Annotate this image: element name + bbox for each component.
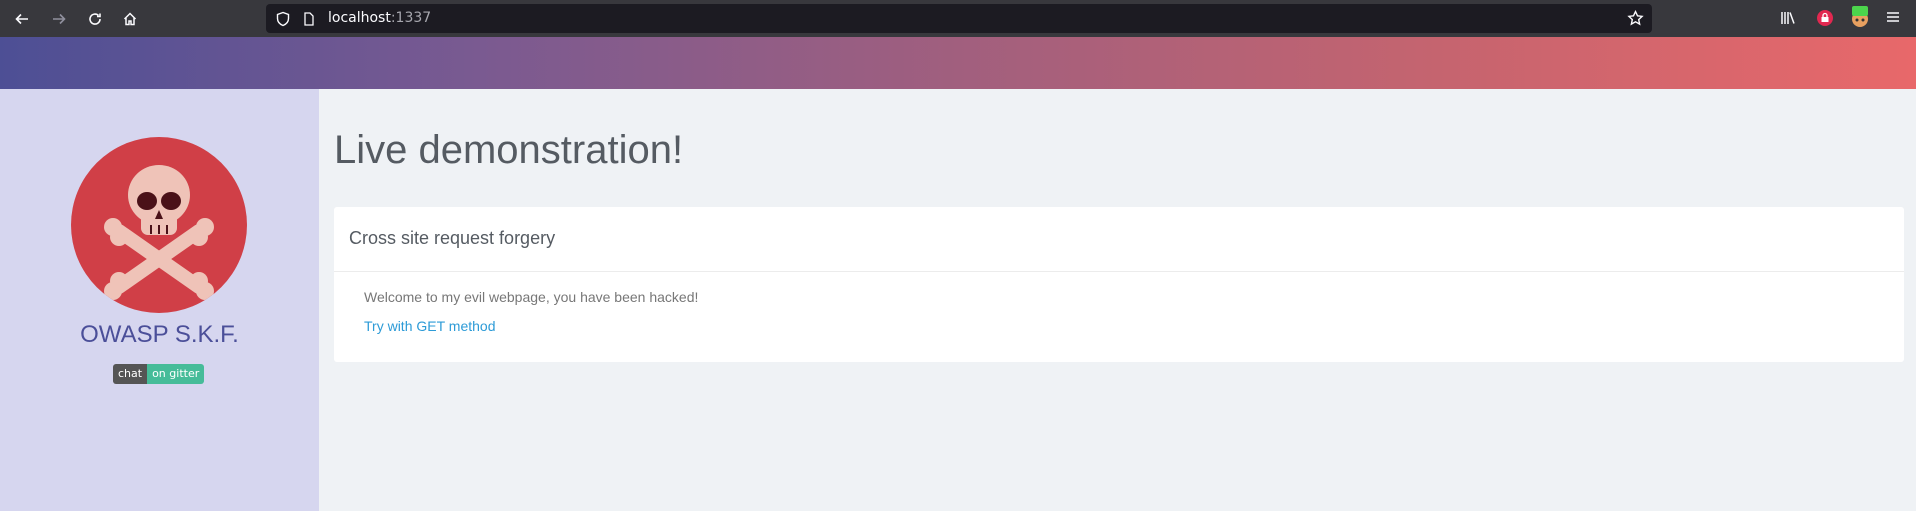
- header-gradient-band: [0, 37, 1916, 89]
- reload-icon[interactable]: [82, 6, 108, 32]
- shield-icon[interactable]: [275, 11, 291, 32]
- skull-crossbones-icon: [71, 137, 247, 313]
- hacked-message: Welcome to my evil webpage, you have bee…: [364, 289, 699, 305]
- card-body: Welcome to my evil webpage, you have bee…: [334, 272, 1904, 351]
- page-icon: [302, 12, 316, 31]
- try-get-method-link[interactable]: Try with GET method: [364, 318, 495, 334]
- badge-value: on gitter: [147, 364, 205, 384]
- sidebar: OWASP S.K.F. chat on gitter: [0, 89, 319, 511]
- library-icon[interactable]: [1779, 9, 1797, 32]
- brand-name: OWASP S.K.F.: [80, 321, 239, 348]
- lab-card: Cross site request forgery Welcome to my…: [334, 207, 1904, 362]
- address-bar[interactable]: localhost:1337: [266, 4, 1652, 33]
- gitter-chat-badge[interactable]: chat on gitter: [113, 364, 205, 384]
- url-text[interactable]: localhost:1337: [328, 10, 431, 26]
- url-host: localhost: [328, 10, 391, 26]
- browser-toolbar: localhost:1337: [0, 0, 1916, 37]
- url-port: :1337: [390, 10, 432, 26]
- burp-extension-icon[interactable]: [1849, 5, 1871, 34]
- back-icon[interactable]: [9, 6, 35, 32]
- lock-extension-icon[interactable]: [1816, 9, 1834, 32]
- home-icon[interactable]: [117, 6, 143, 32]
- forward-icon[interactable]: [46, 6, 72, 32]
- card-header: Cross site request forgery: [334, 207, 1904, 272]
- bookmark-star-icon[interactable]: [1627, 9, 1644, 32]
- badge-label: chat: [113, 364, 148, 384]
- page-title: Live demonstration!: [334, 128, 684, 172]
- menu-icon[interactable]: [1885, 9, 1901, 30]
